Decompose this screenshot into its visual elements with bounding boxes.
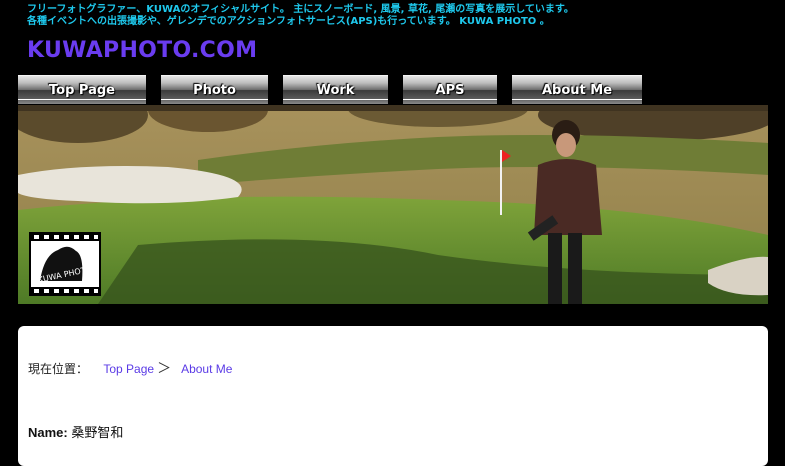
nav-item-top-page[interactable]: Top Page	[18, 75, 146, 104]
golf-course-photo: KUWA PHOTO	[18, 105, 768, 304]
breadcrumb: 現在位置： Top Page ＞ About Me	[28, 358, 232, 378]
nav-item-about-me[interactable]: About Me	[512, 75, 642, 104]
site-title[interactable]: KUWAPHOTO.COM	[27, 38, 257, 63]
tagline-line-1: フリーフォトグラファー、KUWAのオフィシャルサイト。 主にスノーボード, 風景…	[27, 4, 574, 15]
tagline-line-2: 各種イベントへの出張撮影や、ゲレンデでのアクションフォトサービス(APS)も行っ…	[27, 16, 550, 27]
main-nav: Top Page Photo Work APS About Me	[0, 75, 785, 105]
site-tagline: フリーフォトグラファー、KUWAのオフィシャルサイト。 主にスノーボード, 風景…	[27, 4, 767, 28]
breadcrumb-separator: ＞	[157, 360, 172, 376]
name-label: Name:	[28, 425, 68, 440]
breadcrumb-prefix: 現在位置：	[28, 362, 89, 376]
breadcrumb-current[interactable]: About Me	[181, 362, 232, 376]
nav-item-aps[interactable]: APS	[403, 75, 497, 104]
nav-item-photo[interactable]: Photo	[161, 75, 268, 104]
nav-item-work[interactable]: Work	[283, 75, 388, 104]
breadcrumb-top-page-link[interactable]: Top Page	[103, 362, 154, 376]
profile-name: Name: 桑野智和	[28, 422, 123, 441]
main-content-panel: 現在位置： Top Page ＞ About Me Name: 桑野智和	[18, 326, 768, 466]
header-banner-photo: KUWA PHOTO	[18, 105, 768, 304]
name-value: 桑野智和	[71, 425, 124, 440]
